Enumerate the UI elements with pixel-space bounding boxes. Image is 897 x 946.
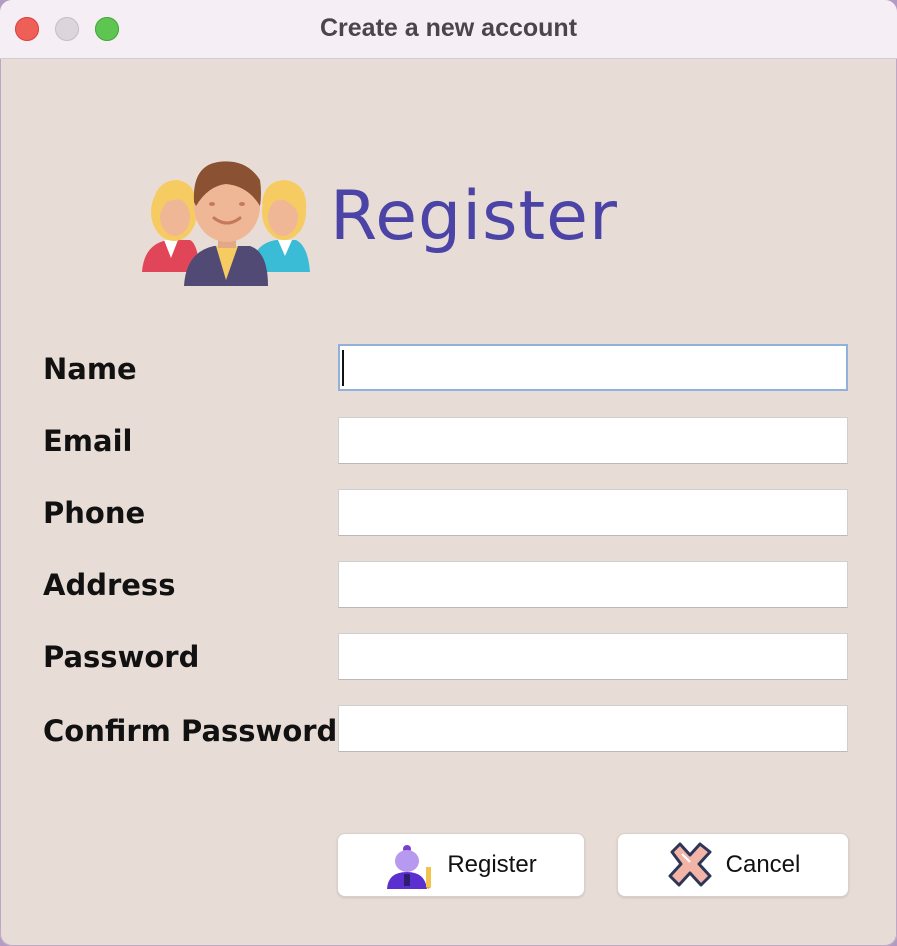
register-button[interactable]: Register — [337, 833, 585, 897]
name-label: Name — [43, 352, 137, 386]
text-caret — [342, 350, 344, 386]
password-field[interactable] — [338, 633, 848, 680]
window-title: Create a new account — [319, 14, 578, 42]
user-edit-icon — [387, 845, 432, 889]
users-group-icon — [142, 161, 310, 286]
address-label: Address — [43, 568, 176, 602]
page-title: Register — [330, 177, 618, 256]
register-window: Create a new account Register Name Email… — [0, 0, 897, 946]
confirm-password-field[interactable] — [338, 705, 848, 752]
email-field[interactable] — [338, 417, 848, 464]
password-label: Password — [43, 640, 200, 674]
confirm-password-label: Confirm Password — [43, 714, 338, 748]
cancel-button-label: Cancel — [725, 851, 801, 878]
register-button-label: Register — [447, 851, 537, 878]
cross-icon — [668, 842, 712, 887]
address-field[interactable] — [338, 561, 848, 608]
phone-field[interactable] — [338, 489, 848, 536]
phone-label: Phone — [43, 496, 146, 530]
cancel-button[interactable]: Cancel — [617, 833, 849, 897]
email-label: Email — [43, 424, 133, 458]
name-field[interactable] — [338, 344, 848, 391]
title-bar: Create a new account — [0, 0, 897, 59]
